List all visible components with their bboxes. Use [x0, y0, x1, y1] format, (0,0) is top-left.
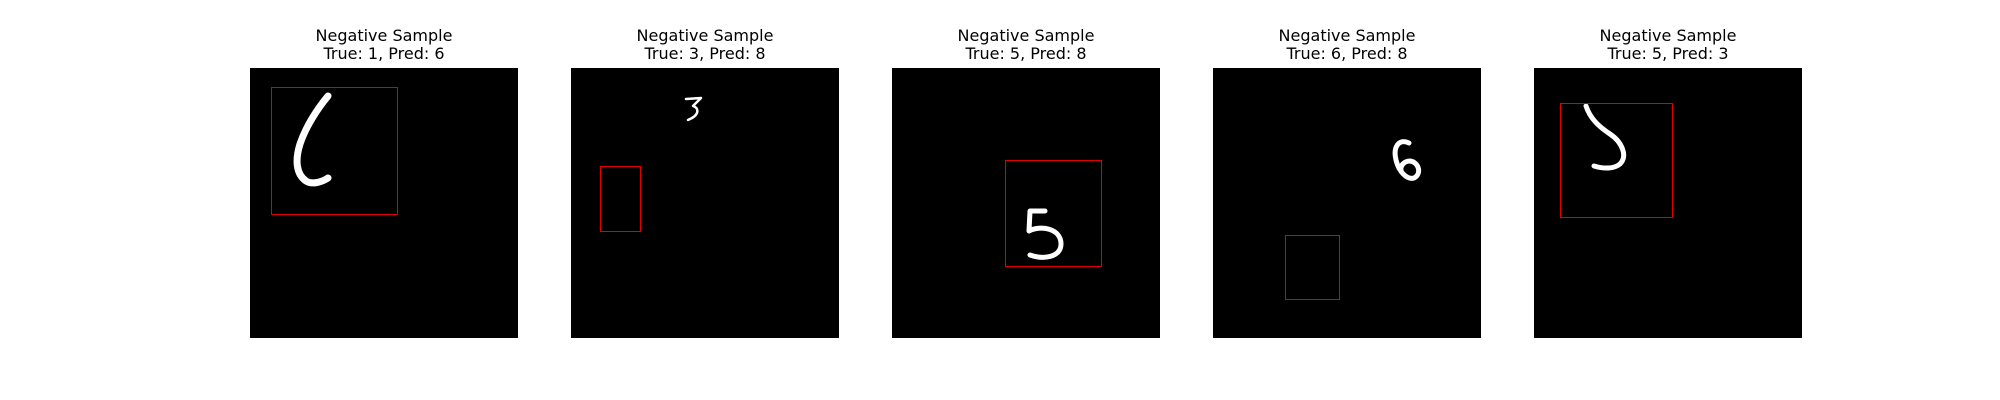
- digit-image-4: [1213, 68, 1481, 338]
- handwritten-digit-6-icon: [1392, 139, 1422, 181]
- digit-image-1: [250, 68, 518, 338]
- digit-image-3: [892, 68, 1160, 338]
- panel-heading: Negative Sample: [315, 26, 453, 45]
- sample-panel-3: Negative Sample True: 5, Pred: 8: [892, 0, 1160, 338]
- panel-title-5: Negative Sample True: 5, Pred: 3: [1504, 27, 1832, 63]
- bounding-box: [1285, 235, 1340, 300]
- sample-panel-1: Negative Sample True: 1, Pred: 6: [250, 0, 518, 338]
- bounding-box: [271, 87, 398, 215]
- panel-label: True: 1, Pred: 6: [323, 44, 445, 63]
- digit-image-2: [571, 68, 839, 338]
- panel-heading: Negative Sample: [1278, 26, 1416, 45]
- digit-image-5: [1534, 68, 1802, 338]
- bounding-box: [1560, 103, 1673, 218]
- sample-panel-5: Negative Sample True: 5, Pred: 3: [1534, 0, 1802, 338]
- panel-title-4: Negative Sample True: 6, Pred: 8: [1183, 27, 1511, 63]
- sample-panel-2: Negative Sample True: 3, Pred: 8: [571, 0, 839, 338]
- panel-title-2: Negative Sample True: 3, Pred: 8: [541, 27, 869, 63]
- bounding-box: [600, 166, 641, 232]
- panel-label: True: 6, Pred: 8: [1286, 44, 1408, 63]
- sample-panel-4: Negative Sample True: 6, Pred: 8: [1213, 0, 1481, 338]
- panel-label: True: 5, Pred: 8: [965, 44, 1087, 63]
- panel-heading: Negative Sample: [957, 26, 1095, 45]
- panel-title-3: Negative Sample True: 5, Pred: 8: [862, 27, 1190, 63]
- panel-label: True: 5, Pred: 3: [1607, 44, 1729, 63]
- sample-figure: Negative Sample True: 1, Pred: 6 Negativ…: [0, 0, 2000, 400]
- panel-heading: Negative Sample: [1599, 26, 1737, 45]
- bounding-box: [1005, 160, 1102, 267]
- panel-label: True: 3, Pred: 8: [644, 44, 766, 63]
- panel-title-1: Negative Sample True: 1, Pred: 6: [220, 27, 548, 63]
- panel-heading: Negative Sample: [636, 26, 774, 45]
